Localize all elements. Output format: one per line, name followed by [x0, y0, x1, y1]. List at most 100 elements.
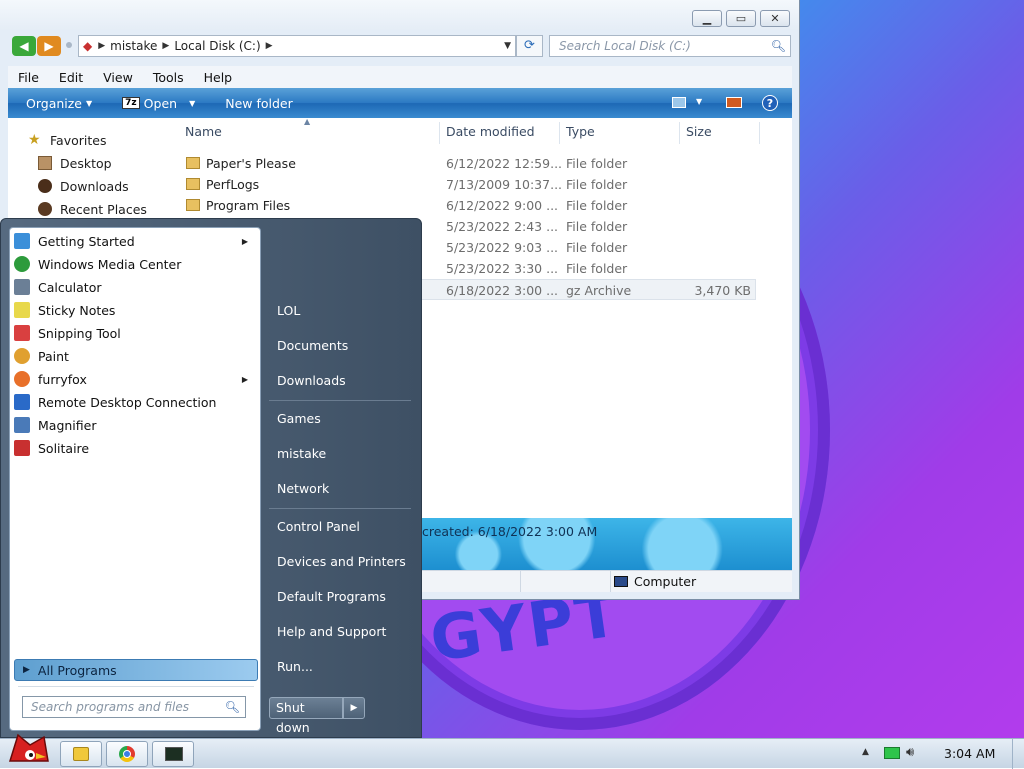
program-windows-media-center[interactable]: Windows Media Center	[14, 253, 258, 275]
start-item-games[interactable]: Games	[277, 411, 321, 426]
start-item-mistake[interactable]: mistake	[277, 446, 326, 461]
nav-item-desktop[interactable]: Desktop	[38, 153, 112, 173]
favorites-header[interactable]: ★ Favorites	[28, 130, 106, 150]
all-programs-button[interactable]: ▶ All Programs	[14, 659, 258, 681]
program-sticky-notes[interactable]: Sticky Notes	[14, 299, 258, 321]
location-icon: ◆	[83, 39, 93, 53]
column-header-size[interactable]: Size	[686, 124, 712, 139]
program-label: furryfox	[38, 371, 87, 387]
start-item-devices-printers[interactable]: Devices and Printers	[277, 554, 406, 569]
start-menu-programs-pane: Getting Started ▶ Windows Media Center C…	[9, 227, 261, 731]
status-computer: Computer	[614, 574, 696, 589]
organize-button[interactable]: Organize ▼	[26, 96, 92, 111]
chevron-down-icon[interactable]: ▼	[696, 97, 702, 106]
show-hidden-icons-icon[interactable]: ▲	[862, 747, 869, 757]
new-folder-button[interactable]: New folder	[225, 96, 293, 111]
start-item-control-panel[interactable]: Control Panel	[277, 519, 360, 534]
taskbar-terminal-button[interactable]	[152, 741, 194, 767]
chevron-right-icon[interactable]: ▶	[98, 41, 105, 51]
media-center-icon	[14, 256, 30, 272]
taskbar-explorer-button[interactable]	[60, 741, 102, 767]
recent-pages-dot-icon[interactable]	[66, 42, 72, 48]
divider	[269, 508, 411, 509]
open-button[interactable]: 7z Open ▼	[122, 96, 195, 111]
nav-item-recent-places[interactable]: Recent Places	[38, 199, 147, 219]
start-item-run[interactable]: Run...	[277, 659, 313, 674]
file-date: 5/23/2022 9:03 ...	[446, 240, 559, 255]
minimize-button[interactable]: ▁	[692, 10, 722, 27]
computer-icon	[614, 576, 628, 587]
refresh-button[interactable]: ⟳	[516, 35, 543, 57]
column-divider[interactable]	[439, 122, 440, 144]
file-type: File folder	[566, 219, 628, 234]
close-button[interactable]: ✕	[760, 10, 790, 27]
breadcrumb-mistake[interactable]: mistake	[110, 39, 157, 53]
maximize-button[interactable]: ▭	[726, 10, 756, 27]
forward-button[interactable]: ▶	[37, 36, 61, 56]
file-type: File folder	[566, 261, 628, 276]
start-orb-icon[interactable]	[6, 731, 52, 769]
file-type: File folder	[566, 240, 628, 255]
table-row[interactable]: Program Files 6/12/2022 9:00 ... File fo…	[168, 195, 792, 216]
menu-tools[interactable]: Tools	[143, 70, 194, 85]
column-header-date[interactable]: Date modified	[446, 124, 535, 139]
program-solitaire[interactable]: Solitaire	[14, 437, 258, 459]
nav-item-downloads[interactable]: Downloads	[38, 176, 129, 196]
start-item-downloads[interactable]: Downloads	[277, 373, 346, 388]
start-item-documents[interactable]: Documents	[277, 338, 348, 353]
column-header-type[interactable]: Type	[566, 124, 595, 139]
chevron-down-icon: ▼	[86, 98, 93, 108]
program-paint[interactable]: Paint	[14, 345, 258, 367]
taskbar-chrome-button[interactable]	[106, 741, 148, 767]
shutdown-options-button[interactable]: ▶	[343, 697, 365, 719]
search-icon[interactable]: 🔍︎	[771, 36, 786, 56]
start-item-default-programs[interactable]: Default Programs	[277, 589, 386, 604]
volume-icon[interactable]: 🔊︎	[906, 745, 914, 760]
status-computer-label: Computer	[634, 574, 697, 589]
menu-view[interactable]: View	[93, 70, 143, 85]
search-icon[interactable]: 🔍︎	[225, 697, 240, 717]
program-snipping-tool[interactable]: Snipping Tool	[14, 322, 258, 344]
program-getting-started[interactable]: Getting Started ▶	[14, 230, 258, 252]
back-button[interactable]: ◀	[12, 36, 36, 56]
menu-help[interactable]: Help	[194, 70, 243, 85]
help-icon[interactable]: ?	[762, 95, 778, 111]
column-divider[interactable]	[759, 122, 760, 144]
start-search-input[interactable]: Search programs and files 🔍︎	[22, 696, 246, 718]
file-type: File folder	[566, 156, 628, 171]
program-magnifier[interactable]: Magnifier	[14, 414, 258, 436]
menu-file[interactable]: File	[8, 70, 49, 85]
column-header-name[interactable]: Name	[185, 124, 222, 139]
network-icon[interactable]	[884, 747, 900, 759]
search-input[interactable]: Search Local Disk (C:) 🔍︎	[549, 35, 791, 57]
chevron-right-icon[interactable]: ▶	[162, 41, 169, 51]
program-furryfox[interactable]: furryfox ▶	[14, 368, 258, 390]
program-calculator[interactable]: Calculator	[14, 276, 258, 298]
view-options-icon[interactable]	[672, 97, 686, 108]
clock[interactable]: 3:04 AM	[944, 746, 995, 761]
show-desktop-button[interactable]	[1012, 739, 1024, 769]
column-divider[interactable]	[679, 122, 680, 144]
program-label: Magnifier	[38, 417, 97, 433]
start-item-help-support[interactable]: Help and Support	[277, 624, 386, 639]
downloads-icon	[38, 179, 52, 193]
menu-edit[interactable]: Edit	[49, 70, 93, 85]
column-divider[interactable]	[559, 122, 560, 144]
shutdown-button[interactable]: Shut down	[269, 697, 343, 735]
start-item-network[interactable]: Network	[277, 481, 329, 496]
chevron-right-icon[interactable]: ▶	[266, 41, 273, 51]
chevron-down-icon[interactable]: ▼	[189, 99, 195, 108]
all-programs-label: All Programs	[37, 662, 117, 678]
file-date: 5/23/2022 2:43 ...	[446, 219, 559, 234]
address-dropdown-icon[interactable]: ▼	[504, 41, 511, 51]
address-bar[interactable]: ◆ ▶ mistake ▶ Local Disk (C:) ▶ ▼	[78, 35, 516, 57]
program-remote-desktop[interactable]: Remote Desktop Connection	[14, 391, 258, 413]
firefox-icon	[14, 371, 30, 387]
start-item-lol[interactable]: LOL	[277, 303, 300, 318]
table-row-selected[interactable]: 6/18/2022 3:00 ... gz Archive 3,470 KB	[418, 279, 756, 300]
table-row[interactable]: PerfLogs 7/13/2009 10:37... File folder	[168, 174, 792, 195]
new-folder-label: New folder	[225, 95, 293, 111]
preview-pane-icon[interactable]	[726, 97, 742, 108]
table-row[interactable]: Paper's Please 6/12/2022 12:59... File f…	[168, 153, 792, 174]
breadcrumb-local-disk[interactable]: Local Disk (C:)	[174, 39, 260, 53]
